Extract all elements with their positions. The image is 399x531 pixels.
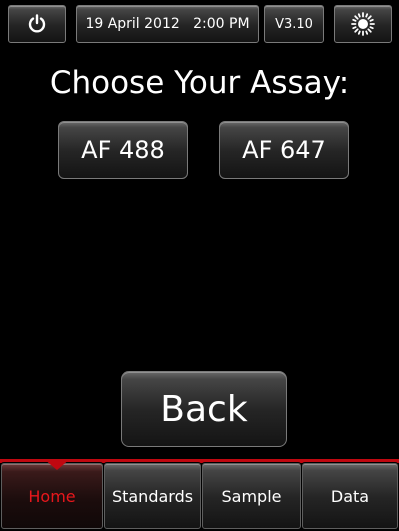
assay-af647-button[interactable]: AF 647 (219, 121, 349, 179)
datetime-button[interactable]: 19 April 2012 2:00 PM (76, 5, 259, 43)
sun-icon (351, 12, 375, 36)
nav-tab-sample[interactable]: Sample (202, 463, 301, 529)
nav-tab-label: Standards (111, 486, 194, 506)
version-button[interactable]: V3.10 (264, 5, 324, 43)
nav-tab-standards[interactable]: Standards (104, 463, 201, 529)
datetime-label: 19 April 2012 2:00 PM (85, 16, 250, 32)
page-title: Choose Your Assay: (49, 65, 350, 101)
power-button[interactable] (8, 5, 66, 43)
nav-tab-home[interactable]: Home (1, 463, 103, 529)
back-label: Back (160, 388, 248, 430)
nav-tab-label: Sample (221, 486, 282, 506)
back-button[interactable]: Back (121, 371, 287, 447)
version-label: V3.10 (275, 16, 313, 32)
nav-tab-data[interactable]: Data (302, 463, 398, 529)
nav-tab-label: Home (28, 486, 76, 506)
brightness-button[interactable] (334, 5, 392, 43)
active-tab-pointer (44, 459, 70, 470)
power-icon (27, 14, 47, 34)
assay-af488-button[interactable]: AF 488 (58, 121, 188, 179)
nav-tab-label: Data (330, 486, 370, 506)
assay-label: AF 647 (242, 136, 326, 164)
assay-label: AF 488 (81, 136, 165, 164)
bottom-nav: Home Standards Sample Data (0, 459, 399, 531)
